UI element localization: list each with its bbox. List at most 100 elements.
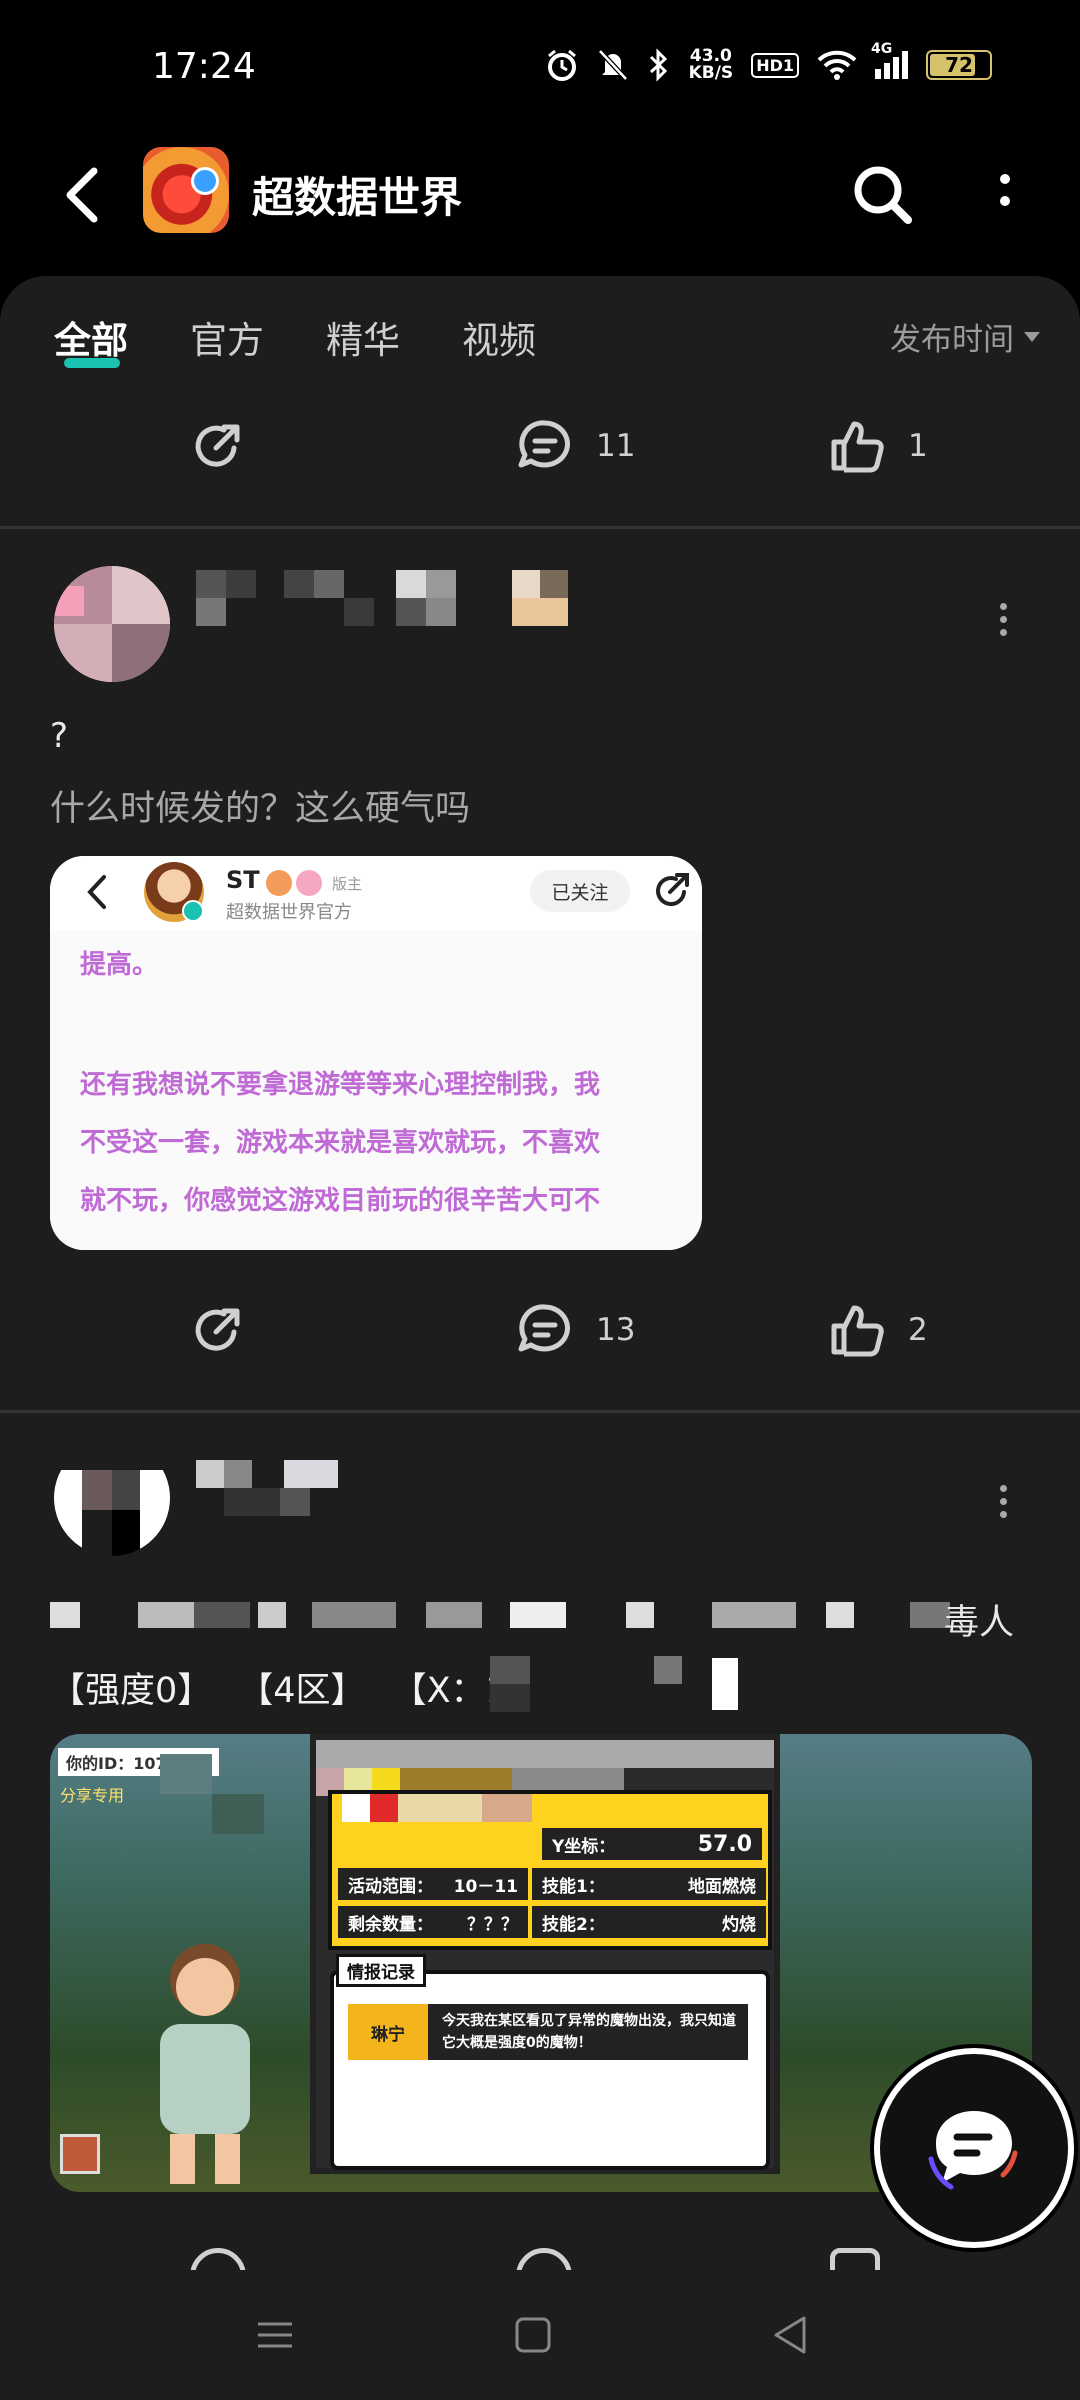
y-coordinate-row: Y坐标： 57.0 [542,1828,762,1860]
verified-badge [182,900,204,922]
share-icon [195,424,240,467]
thumbs-up-icon [831,1305,884,1357]
post-text: 什么时候发的？这么硬气吗 [50,789,471,829]
embedded-subtitle: 超数据世界官方 [226,902,352,923]
status-time: 17:24 [152,46,256,87]
partial-actions [0,2244,1080,2272]
monster-info-card: Y坐标： 57.0 活动范围： 10－11 技能1： 地面燃烧 剩余数量：？？？ 技能… [310,1734,780,2174]
share-icon [656,873,689,906]
active-tab-indicator [64,358,120,368]
home-nav-button[interactable] [508,2310,558,2360]
tab-all[interactable]: 全部 [54,310,128,364]
post-menu-button[interactable] [988,594,1018,644]
like-count: 1 [908,428,928,464]
hd-badge: HD1 [751,52,799,78]
intel-entry: 琳宁 今天我在某区看见了异常的魔物出没，我只知道它大概是强度0的魔物！ [348,2004,748,2060]
page-title: 超数据世界 [252,173,463,222]
search-button[interactable] [848,160,918,230]
mute-bell-icon [597,49,628,81]
status-icons: 43.0 KB/S HD1 4G 72 [545,41,992,83]
thumbs-up-icon [831,421,884,473]
back-button[interactable] [52,160,112,230]
more-options-button[interactable] [985,165,1025,225]
game-logo[interactable] [143,147,229,233]
avatar[interactable] [54,1440,170,1556]
back-arrow-icon [87,875,106,909]
menu-nav-button[interactable] [250,2310,300,2360]
tab-video[interactable]: 视频 [462,310,536,364]
back-arrow-icon [66,167,98,223]
share-button[interactable] [190,1302,246,1358]
post-menu-button[interactable] [988,1476,1018,1526]
range-row: 活动范围： 10－11 [338,1868,528,1900]
comment-icon [518,420,570,468]
tab-featured[interactable]: 精华 [326,310,400,364]
like-button[interactable]: 1 [830,418,928,474]
post-divider [0,526,1080,529]
post-title: ? [50,716,69,756]
system-nav-bar [0,2270,1080,2400]
intel-text: 今天我在某区看见了异常的魔物出没，我只知道它大概是强度0的魔物！ [442,2013,736,2051]
game-character [140,1944,270,2184]
sort-dropdown[interactable]: 发布时间 [890,314,1040,359]
bluetooth-icon [649,48,667,82]
embedded-line: 就不玩，你感觉这游戏目前玩的很辛苦大可不 [80,1186,601,1216]
embedded-line: 还有我想说不要拿退游等等来心理控制我，我 [80,1070,601,1100]
embedded-username: ST [226,866,260,894]
home-square-icon [515,2317,551,2353]
following-badge: 已关注 [530,870,630,912]
alarm-icon [547,49,576,81]
remaining-row: 剩余数量：？？？ [338,1906,528,1938]
intel-speaker: 琳宁 [348,2004,428,2060]
post-actions: 11 1 [0,396,1080,496]
embedded-header: ST 版主 超数据世界官方 已关注 [50,856,702,930]
post-divider [0,1410,1080,1413]
more-vertical-icon [1000,174,1010,206]
wifi-icon [817,50,857,80]
chevron-down-icon [1024,331,1040,342]
status-bar: 17:24 43.0 KB/S HD1 4G 72 [0,0,1080,130]
tab-official[interactable]: 官方 [190,310,264,364]
tag-strength: 【强度0】 [50,1671,213,1711]
pixel-overlay [332,1794,532,1874]
search-icon [854,166,912,224]
heart-badge [296,870,322,896]
comment-icon [518,1304,570,1352]
chat-bubble-icon [928,2111,1018,2190]
intel-title: 情报记录 [336,1954,426,1987]
embedded-line: 不受这一套，游戏本来就是喜欢就玩，不喜欢 [80,1128,601,1158]
skill1-row: 技能1： 地面燃烧 [532,1868,766,1900]
comment-button[interactable]: 11 [516,418,635,474]
tag-zone: 【4区】 [238,1671,366,1711]
role-label: 版主 [332,875,363,893]
post-tags: 【强度0】 【4区】 【X：14 [50,1662,530,1713]
comment-button[interactable]: 13 [516,1302,635,1358]
sort-label: 发布时间 [890,322,1014,358]
username-pixelated[interactable] [196,570,576,630]
post-image[interactable]: ST 版主 超数据世界官方 已关注 提高。 还有我想说不要拿退游等等来心理控制我… [50,856,702,1250]
post-text-tail: 毒人 [944,1603,1015,1643]
corner-icon [60,2134,100,2174]
pixel-overlay [160,1734,320,1854]
level-badge [266,870,292,896]
like-button[interactable]: 2 [830,1302,928,1358]
comment-count: 11 [596,428,636,464]
menu-icon [258,2322,292,2348]
username-pixelated[interactable] [196,1460,346,1520]
avatar[interactable] [54,566,170,682]
back-triangle-icon [774,2316,806,2354]
net-speed: 43.0 KB/S [688,46,734,83]
tab-bar: 全部 官方 精华 视频 发布时间 [0,276,1080,396]
intel-record: 情报记录 琳宁 今天我在某区看见了异常的魔物出没，我只知道它大概是强度0的魔物！ [330,1954,770,2170]
share-button[interactable] [190,418,246,474]
share-only-label: 分享专用 [60,1786,125,1805]
app-header: 超数据世界 [0,130,1080,280]
skill2-row: 技能2： 灼烧 [532,1906,766,1938]
cell-signal: 4G [871,41,908,79]
like-count: 2 [908,1312,928,1348]
stats-panel: Y坐标： 57.0 活动范围： 10－11 技能1： 地面燃烧 剩余数量：？？？ 技能… [328,1790,772,1950]
pixel-overlay [490,1656,750,1712]
post-actions: 13 2 [0,1280,1080,1380]
chat-fab-button[interactable] [874,2048,1074,2248]
back-nav-button[interactable] [766,2310,816,2360]
